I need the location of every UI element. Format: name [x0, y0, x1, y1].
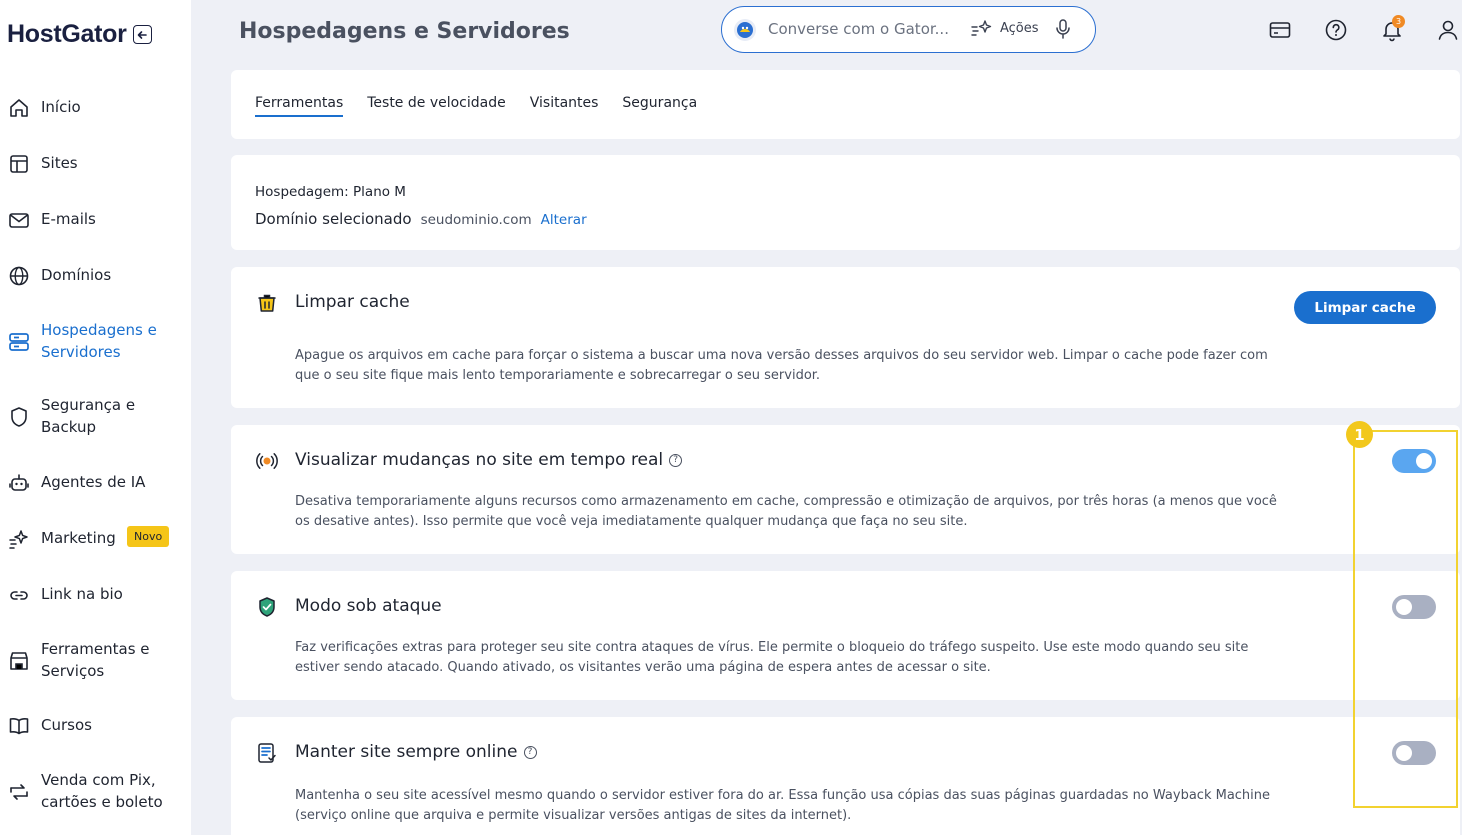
sidebar-item-ferramentas[interactable]: Ferramentas e Serviços	[0, 639, 191, 682]
layout-icon	[8, 153, 30, 175]
sidebar-item-agentes-ia[interactable]: Agentes de IA	[0, 472, 191, 494]
sidebar-item-label: Hospedagens e Servidores	[41, 321, 157, 361]
document-check-icon	[255, 741, 279, 765]
tab-seguranca[interactable]: Segurança	[622, 95, 697, 117]
shield-icon	[8, 406, 30, 428]
realtime-toggle[interactable]	[1392, 449, 1436, 473]
user-avatar-icon[interactable]	[1436, 18, 1460, 42]
help-circle-icon[interactable]: ?	[669, 453, 683, 467]
tab-ferramentas[interactable]: Ferramentas	[255, 95, 344, 117]
sidebar-item-inicio[interactable]: Início	[0, 97, 191, 119]
tool-description: Apague os arquivos em cache para forçar …	[295, 348, 1268, 383]
robot-icon	[8, 472, 30, 494]
collapse-sidebar-icon[interactable]	[132, 25, 152, 44]
home-icon	[8, 97, 30, 119]
sidebar-item-label: Segurança e Backup	[41, 396, 136, 436]
link-icon	[8, 584, 30, 606]
sparkle-icon	[8, 528, 30, 550]
payment-icon	[8, 781, 30, 803]
sidebar-item-label: Agentes de IA	[41, 473, 146, 491]
sidebar-item-seguranca[interactable]: Segurança e Backup	[0, 395, 191, 438]
clear-cache-button[interactable]: Limpar cache	[1294, 291, 1436, 324]
sidebar-item-link-bio[interactable]: Link na bio	[0, 584, 191, 606]
domain-value: seudominio.com	[420, 212, 532, 228]
notification-bell-icon[interactable]: 3	[1380, 15, 1405, 42]
toggle-knob	[1396, 599, 1412, 615]
book-icon	[8, 715, 30, 737]
sidebar-item-label: E-mails	[41, 210, 96, 228]
globe-icon	[8, 265, 30, 287]
toggle-knob	[1396, 745, 1412, 761]
gator-avatar-icon	[734, 19, 756, 41]
domain-row: Domínio selecionado seudominio.com Alter…	[255, 210, 587, 228]
sidebar-item-label: Domínios	[41, 266, 112, 284]
tool-description: Mantenha o seu site acessível mesmo quan…	[295, 788, 1271, 823]
hosting-plan: Hospedagem: Plano M	[255, 184, 406, 200]
step-marker: 1	[1346, 421, 1373, 448]
realtime-title: Visualizar mudanças no site em tempo rea…	[295, 450, 664, 470]
sidebar-item-emails[interactable]: E-mails	[0, 209, 191, 231]
sidebar: HostGator Início Sites E-mails Domínios …	[0, 0, 191, 835]
help-circle-icon[interactable]: ?	[523, 745, 537, 759]
sidebar-item-label: Link na bio	[41, 585, 123, 603]
tool-title: Manter site sempre online ?	[295, 742, 537, 762]
sidebar-item-marketing[interactable]: Marketing Novo	[0, 526, 191, 550]
sidebar-item-label: Ferramentas e Serviços	[41, 640, 150, 680]
toggle-knob	[1416, 453, 1432, 469]
always-online-title: Manter site sempre online	[295, 742, 518, 762]
sidebar-item-label: Venda com Pix, cartões e boleto	[41, 771, 163, 811]
sidebar-item-cursos[interactable]: Cursos	[0, 715, 191, 737]
sidebar-item-sites[interactable]: Sites	[0, 153, 191, 175]
attack-mode-title: Modo sob ataque	[295, 596, 442, 616]
tool-title: Modo sob ataque	[295, 596, 442, 616]
clear-cache-card: Limpar cache Limpar cache Apague os arqu…	[231, 267, 1460, 408]
sidebar-item-hospedagens[interactable]: Hospedagens e Servidores	[0, 320, 191, 363]
sidebar-item-label: Marketing	[41, 529, 116, 547]
chat-input-placeholder[interactable]: Converse com o Gator...	[768, 20, 949, 38]
sparkle-icon	[971, 20, 992, 36]
tabs-card: Ferramentas Teste de velocidade Visitant…	[231, 70, 1460, 139]
tool-description: Desativa temporariamente alguns recursos…	[295, 494, 1277, 529]
sidebar-item-label: Sites	[41, 154, 78, 172]
sidebar-item-label: Início	[41, 98, 81, 116]
domain-label: Domínio selecionado	[255, 210, 412, 228]
tab-bar: Ferramentas Teste de velocidade Visitant…	[255, 95, 697, 117]
help-icon[interactable]	[1324, 18, 1348, 42]
microphone-icon[interactable]	[1054, 18, 1072, 44]
trash-icon	[255, 291, 279, 315]
change-domain-link[interactable]: Alterar	[541, 212, 587, 228]
broadcast-icon	[255, 449, 279, 473]
server-icon	[8, 331, 30, 353]
sidebar-item-venda-pix[interactable]: Venda com Pix, cartões e boleto	[0, 770, 191, 813]
always-online-toggle[interactable]	[1392, 741, 1436, 765]
tool-title: Visualizar mudanças no site em tempo rea…	[295, 450, 683, 470]
chat-actions-label: Ações	[1000, 20, 1039, 36]
notification-count-badge: 3	[1392, 15, 1405, 28]
logo-row: HostGator	[7, 20, 152, 49]
attack-mode-toggle[interactable]	[1392, 595, 1436, 619]
tool-title: Limpar cache	[295, 292, 410, 312]
hosting-info-card: Hospedagem: Plano M Domínio selecionado …	[231, 155, 1460, 250]
hostgator-logo[interactable]: HostGator	[7, 20, 127, 49]
shield-check-icon	[255, 595, 279, 619]
store-icon	[8, 650, 30, 672]
tab-teste-velocidade[interactable]: Teste de velocidade	[367, 95, 506, 117]
sidebar-item-label: Cursos	[41, 716, 92, 734]
realtime-changes-card: Visualizar mudanças no site em tempo rea…	[231, 425, 1460, 554]
clear-cache-title: Limpar cache	[295, 292, 410, 312]
gator-chat-box[interactable]: Converse com o Gator... Ações	[721, 6, 1096, 53]
tab-visitantes[interactable]: Visitantes	[530, 95, 599, 117]
attack-mode-card: Modo sob ataque Faz verificações extras …	[231, 571, 1460, 700]
always-online-card: Manter site sempre online ? Mantenha o s…	[231, 717, 1460, 835]
page-title: Hospedagens e Servidores	[239, 19, 570, 44]
mail-icon	[8, 209, 30, 231]
card-icon[interactable]	[1268, 18, 1292, 42]
tool-description: Faz verificações extras para proteger se…	[295, 640, 1249, 675]
new-badge: Novo	[127, 526, 170, 547]
chat-actions-button[interactable]: Ações	[970, 19, 1039, 37]
sidebar-item-dominios[interactable]: Domínios	[0, 265, 191, 287]
